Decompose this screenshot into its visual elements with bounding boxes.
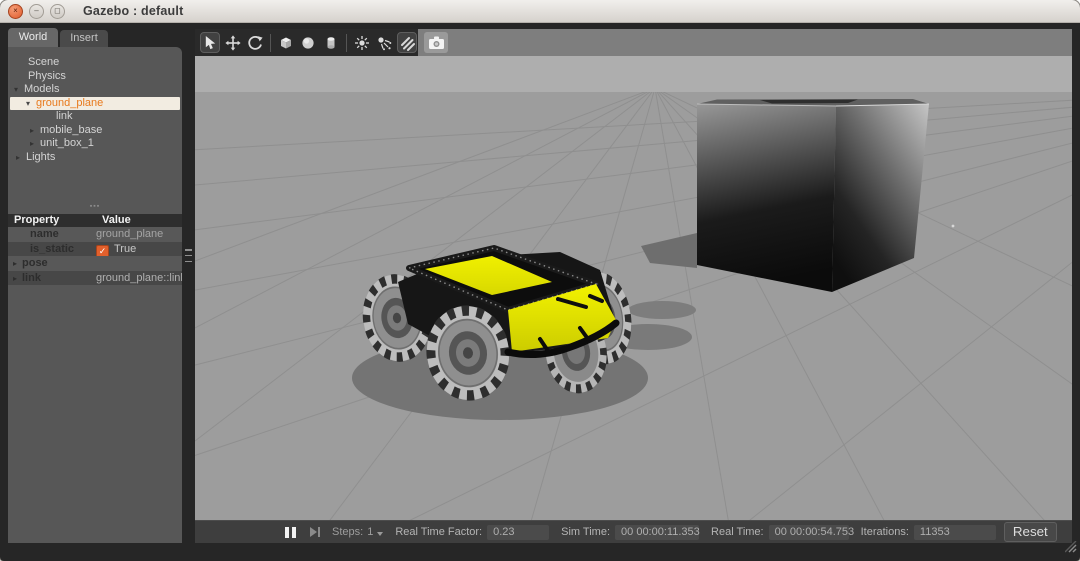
sky (195, 56, 1072, 92)
tab-world[interactable]: World (8, 28, 58, 47)
pause-icon (285, 527, 289, 538)
tree-item-scene[interactable]: Scene (8, 56, 182, 70)
steps-value: 1 (367, 526, 373, 538)
tree-item-ground-plane[interactable]: ▾ground_plane (10, 97, 180, 111)
steps-dropdown-arrow[interactable] (377, 532, 383, 536)
tree-item-lights[interactable]: ▸Lights (8, 151, 182, 165)
maximize-icon: ◻ (54, 7, 61, 15)
value-column-header: Value (102, 214, 131, 227)
point-light-button[interactable] (352, 32, 372, 53)
move-arrows-icon (225, 35, 241, 51)
tree-item-unit-box-1[interactable]: ▸unit_box_1 (8, 137, 182, 151)
expand-arrow-icon[interactable]: ▸ (8, 257, 22, 272)
property-row-link[interactable]: ▸link ground_plane::link (8, 271, 182, 286)
real-time-label: Real Time: (711, 526, 764, 538)
insert-box-button[interactable] (276, 32, 296, 53)
tree-item-link[interactable]: link (8, 110, 182, 124)
steps-label: Steps: (332, 526, 363, 538)
directional-light-icon (399, 35, 415, 51)
origin-marker (952, 225, 955, 228)
minimize-icon: – (34, 7, 38, 15)
expand-arrow-icon[interactable]: ▸ (30, 124, 40, 138)
insert-cylinder-button[interactable] (321, 32, 341, 53)
toolbar-separator (270, 34, 271, 52)
spot-light-button[interactable] (374, 32, 394, 53)
resize-grip-icon (1065, 541, 1077, 553)
tree-item-mobile-base[interactable]: ▸mobile_base (8, 124, 182, 138)
select-tool-button[interactable] (200, 32, 220, 53)
property-row-is-static[interactable]: is_static ✓True (8, 242, 182, 257)
panel-splitter-handle[interactable]: ▪▪▪ (8, 203, 182, 213)
simulation-statusbar: Steps: 1 Real Time Factor: 0.23 Sim Time… (195, 520, 1072, 543)
property-column-header: Property (8, 214, 102, 227)
panel-viewport-splitter[interactable] (185, 249, 192, 262)
cube-icon (278, 35, 294, 51)
tool-cluster (195, 29, 418, 56)
gazebo-window: × – ◻ Gazebo : default World Insert Scen… (0, 0, 1080, 561)
expand-arrow-icon[interactable]: ▸ (16, 151, 26, 165)
sim-time-label: Sim Time: (561, 526, 610, 538)
world-panel: Scene Physics ▾Models ▾ground_plane link… (8, 47, 182, 543)
viewport-3d[interactable] (195, 56, 1072, 520)
window-resize-grip[interactable] (1065, 540, 1077, 558)
titlebar[interactable]: × – ◻ Gazebo : default (0, 0, 1080, 23)
rotate-tool-button[interactable] (245, 32, 265, 53)
expand-arrow-icon[interactable]: ▾ (14, 83, 24, 97)
expand-arrow-icon[interactable]: ▾ (26, 97, 36, 111)
toolbar-separator (346, 34, 347, 52)
tree-item-models[interactable]: ▾Models (8, 83, 182, 97)
iterations-value: 11353 (914, 525, 996, 540)
close-button[interactable]: × (8, 4, 23, 19)
tab-insert[interactable]: Insert (60, 30, 108, 47)
translate-tool-button[interactable] (222, 32, 242, 53)
reset-button[interactable]: Reset (1004, 522, 1057, 542)
unit-box[interactable] (697, 99, 929, 292)
rotate-arrows-icon (247, 35, 263, 51)
tree-item-physics[interactable]: Physics (8, 70, 182, 84)
viewport-3d-scene (195, 56, 1072, 520)
step-icon (310, 527, 317, 537)
property-table-header: Property Value (8, 214, 182, 227)
maximize-button[interactable]: ◻ (50, 4, 65, 19)
property-table: Property Value name ground_plane is_stat… (8, 214, 182, 285)
cursor-arrow-icon (203, 35, 218, 50)
rtf-value: 0.23 (487, 525, 549, 540)
scene-tree: Scene Physics ▾Models ▾ground_plane link… (8, 47, 182, 164)
rtf-label: Real Time Factor: (395, 526, 482, 538)
screenshot-button[interactable] (424, 32, 448, 53)
real-time-value: 00 00:00:54.753 (769, 525, 849, 540)
pause-button[interactable] (285, 527, 296, 538)
expand-arrow-icon[interactable]: ▸ (30, 137, 40, 151)
cylinder-icon (323, 35, 339, 51)
spot-light-icon (376, 35, 392, 51)
close-icon: × (13, 7, 18, 15)
render-toolbar (195, 29, 1072, 56)
sim-time-value: 00 00:00:11.353 (615, 525, 699, 540)
minimize-button[interactable]: – (29, 4, 44, 19)
is-static-checkbox[interactable]: ✓ (96, 245, 109, 257)
property-row-pose[interactable]: ▸pose (8, 256, 182, 271)
directional-light-button[interactable] (397, 32, 417, 53)
expand-arrow-icon[interactable]: ▸ (8, 272, 22, 287)
step-button[interactable] (310, 527, 320, 537)
pause-icon (292, 527, 296, 538)
camera-icon (428, 35, 445, 50)
sun-icon (354, 35, 370, 51)
property-row-name[interactable]: name ground_plane (8, 227, 182, 242)
step-icon (318, 527, 320, 537)
window-title: Gazebo : default (83, 4, 183, 18)
insert-sphere-button[interactable] (298, 32, 318, 53)
sphere-icon (300, 35, 316, 51)
iterations-label: Iterations: (861, 526, 909, 538)
